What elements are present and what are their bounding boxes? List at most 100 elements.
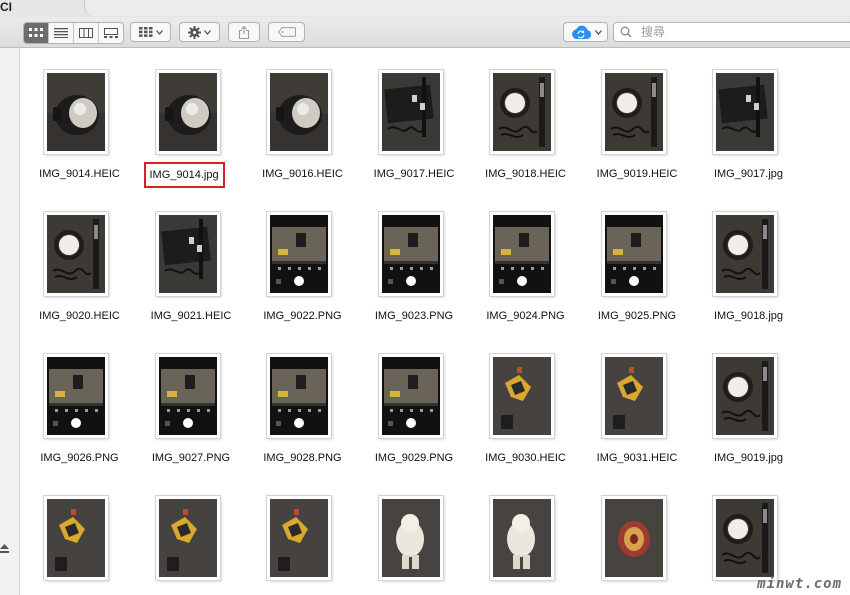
chevron-down-icon bbox=[204, 29, 211, 35]
file-item[interactable]: IMG_9018.jpg bbox=[689, 190, 800, 332]
file-item[interactable] bbox=[132, 474, 243, 595]
file-item[interactable]: IMG_9018.HEIC bbox=[466, 48, 577, 190]
file-name[interactable]: IMG_9029.PNG bbox=[355, 451, 474, 465]
file-thumbnail[interactable] bbox=[376, 209, 446, 299]
photo-thumbnail bbox=[155, 212, 220, 296]
file-thumbnail[interactable] bbox=[264, 209, 334, 299]
file-name[interactable]: IMG_9019.jpg bbox=[689, 451, 808, 465]
file-name[interactable]: IMG_9027.PNG bbox=[132, 451, 251, 465]
file-name[interactable]: IMG_9017.HEIC bbox=[355, 167, 474, 181]
column-view-button[interactable] bbox=[74, 23, 99, 43]
file-name[interactable]: IMG_9028.PNG bbox=[243, 451, 362, 465]
file-item[interactable]: IMG_9024.PNG bbox=[466, 190, 577, 332]
file-item[interactable]: IMG_9017.jpg bbox=[689, 48, 800, 190]
view-switcher bbox=[23, 22, 124, 44]
file-name[interactable]: IMG_9025.PNG bbox=[578, 309, 697, 323]
file-thumbnail[interactable] bbox=[710, 493, 780, 583]
file-name[interactable]: IMG_9024.PNG bbox=[466, 309, 585, 323]
file-item[interactable]: IMG_9021.HEIC bbox=[132, 190, 243, 332]
file-name[interactable]: IMG_9021.HEIC bbox=[132, 309, 251, 323]
file-item[interactable]: IMG_9017.HEIC bbox=[355, 48, 466, 190]
file-item[interactable]: IMG_9016.HEIC bbox=[243, 48, 354, 190]
tab-bar bbox=[84, 0, 850, 16]
file-item[interactable]: IMG_9028.PNG bbox=[243, 332, 354, 474]
file-name[interactable]: IMG_9016.HEIC bbox=[243, 167, 362, 181]
file-thumbnail[interactable] bbox=[41, 67, 111, 157]
search-input[interactable] bbox=[641, 25, 841, 39]
eject-icon[interactable] bbox=[0, 544, 9, 554]
photo-thumbnail bbox=[44, 354, 108, 438]
file-thumbnail[interactable] bbox=[153, 67, 223, 157]
file-name[interactable]: IMG_9018.jpg bbox=[689, 309, 808, 323]
file-thumbnail[interactable] bbox=[264, 493, 334, 583]
file-name[interactable]: IMG_9018.HEIC bbox=[466, 167, 585, 181]
file-thumbnail[interactable] bbox=[153, 493, 223, 583]
file-item[interactable]: IMG_9030.HEIC bbox=[466, 332, 577, 474]
gallery-view-button[interactable] bbox=[99, 23, 123, 43]
file-item[interactable] bbox=[578, 474, 689, 595]
file-thumbnail[interactable] bbox=[710, 67, 780, 157]
arrange-button[interactable] bbox=[130, 22, 171, 42]
file-thumbnail[interactable] bbox=[710, 351, 780, 441]
file-name[interactable]: IMG_9022.PNG bbox=[243, 309, 362, 323]
tag-button[interactable] bbox=[268, 22, 305, 42]
file-item[interactable]: IMG_9025.PNG bbox=[578, 190, 689, 332]
file-name[interactable]: IMG_9014.HEIC bbox=[20, 167, 139, 181]
file-name[interactable]: IMG_9023.PNG bbox=[355, 309, 474, 323]
share-button[interactable] bbox=[228, 22, 260, 42]
file-thumbnail[interactable] bbox=[599, 351, 669, 441]
file-thumbnail[interactable] bbox=[264, 351, 334, 441]
file-thumbnail[interactable] bbox=[153, 351, 223, 441]
column-view-icon bbox=[79, 28, 93, 38]
search-icon bbox=[620, 26, 632, 38]
file-thumbnail[interactable] bbox=[599, 209, 669, 299]
file-item[interactable]: IMG_9020.HEIC bbox=[20, 190, 131, 332]
photo-thumbnail bbox=[378, 70, 443, 154]
file-name[interactable]: IMG_9030.HEIC bbox=[466, 451, 585, 465]
file-item[interactable]: IMG_9029.PNG bbox=[355, 332, 466, 474]
file-item[interactable]: IMG_9014.HEIC bbox=[20, 48, 131, 190]
photo-thumbnail bbox=[490, 354, 554, 438]
file-item[interactable]: IMG_9023.PNG bbox=[355, 190, 466, 332]
file-thumbnail[interactable] bbox=[41, 493, 111, 583]
file-thumbnail[interactable] bbox=[153, 209, 223, 299]
photo-thumbnail bbox=[155, 496, 220, 580]
file-item[interactable] bbox=[20, 474, 131, 595]
file-item[interactable]: IMG_9022.PNG bbox=[243, 190, 354, 332]
file-thumbnail[interactable] bbox=[376, 67, 446, 157]
icloud-button[interactable] bbox=[563, 22, 608, 42]
file-item[interactable]: IMG_9014.jpg bbox=[132, 48, 243, 190]
file-thumbnail[interactable] bbox=[710, 209, 780, 299]
photo-thumbnail bbox=[490, 70, 554, 154]
file-thumbnail[interactable] bbox=[599, 67, 669, 157]
file-thumbnail[interactable] bbox=[41, 351, 111, 441]
file-name[interactable]: IMG_9017.jpg bbox=[689, 167, 808, 181]
file-item[interactable] bbox=[355, 474, 466, 595]
file-thumbnail[interactable] bbox=[487, 351, 557, 441]
file-item[interactable]: IMG_9027.PNG bbox=[132, 332, 243, 474]
file-thumbnail[interactable] bbox=[487, 209, 557, 299]
file-name-highlighted[interactable]: IMG_9014.jpg bbox=[143, 162, 225, 188]
file-thumbnail[interactable] bbox=[487, 493, 557, 583]
file-thumbnail[interactable] bbox=[376, 493, 446, 583]
file-thumbnail[interactable] bbox=[41, 209, 111, 299]
file-thumbnail[interactable] bbox=[599, 493, 669, 583]
file-item[interactable] bbox=[466, 474, 577, 595]
file-item[interactable]: IMG_9031.HEIC bbox=[578, 332, 689, 474]
file-name[interactable]: IMG_9019.HEIC bbox=[578, 167, 697, 181]
file-thumbnail[interactable] bbox=[264, 67, 334, 157]
file-thumbnail[interactable] bbox=[487, 67, 557, 157]
file-name[interactable]: IMG_9026.PNG bbox=[20, 451, 139, 465]
file-item[interactable]: IMG_9019.HEIC bbox=[578, 48, 689, 190]
file-item[interactable]: IMG_9026.PNG bbox=[20, 332, 131, 474]
file-thumbnail[interactable] bbox=[376, 351, 446, 441]
file-item[interactable] bbox=[243, 474, 354, 595]
icon-view-button[interactable] bbox=[24, 23, 49, 43]
search-field[interactable] bbox=[613, 22, 850, 42]
gallery-view-icon bbox=[104, 28, 118, 38]
list-view-button[interactable] bbox=[49, 23, 74, 43]
action-button[interactable] bbox=[179, 22, 220, 42]
file-name[interactable]: IMG_9020.HEIC bbox=[20, 309, 139, 323]
file-name[interactable]: IMG_9031.HEIC bbox=[578, 451, 697, 465]
file-item[interactable]: IMG_9019.jpg bbox=[689, 332, 800, 474]
